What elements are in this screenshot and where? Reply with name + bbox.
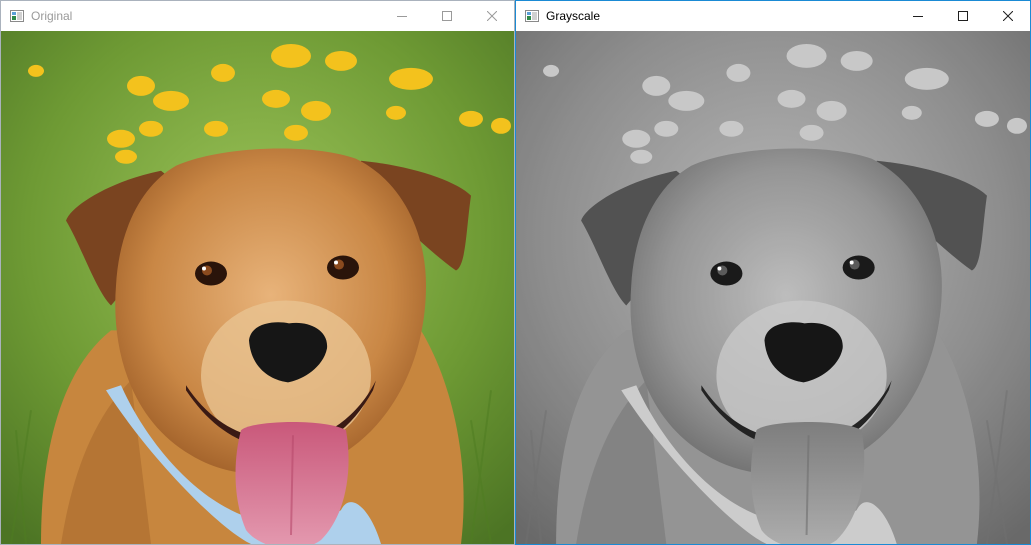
image-area <box>516 31 1030 544</box>
dog-color-image <box>1 31 514 544</box>
window-title: Original <box>31 9 73 23</box>
close-icon <box>1002 11 1013 21</box>
maximize-button[interactable] <box>940 1 985 31</box>
maximize-button[interactable] <box>424 1 469 31</box>
close-icon <box>486 11 497 21</box>
minimize-icon <box>396 16 407 17</box>
maximize-icon <box>957 11 968 21</box>
maximize-icon <box>441 11 452 21</box>
window-controls <box>379 1 514 31</box>
title-bar[interactable]: Grayscale <box>516 1 1030 31</box>
image-window-icon <box>10 10 24 22</box>
minimize-button[interactable] <box>379 1 424 31</box>
original-window[interactable]: Original <box>0 0 515 545</box>
window-title: Grayscale <box>546 9 601 23</box>
image-area <box>1 31 514 544</box>
minimize-button[interactable] <box>895 1 940 31</box>
close-button[interactable] <box>469 1 514 31</box>
minimize-icon <box>912 16 923 17</box>
image-window-icon <box>525 10 539 22</box>
dog-grayscale-image <box>516 31 1030 544</box>
window-controls <box>895 1 1030 31</box>
grayscale-window[interactable]: Grayscale <box>515 0 1031 545</box>
close-button[interactable] <box>985 1 1030 31</box>
title-bar[interactable]: Original <box>1 1 514 31</box>
